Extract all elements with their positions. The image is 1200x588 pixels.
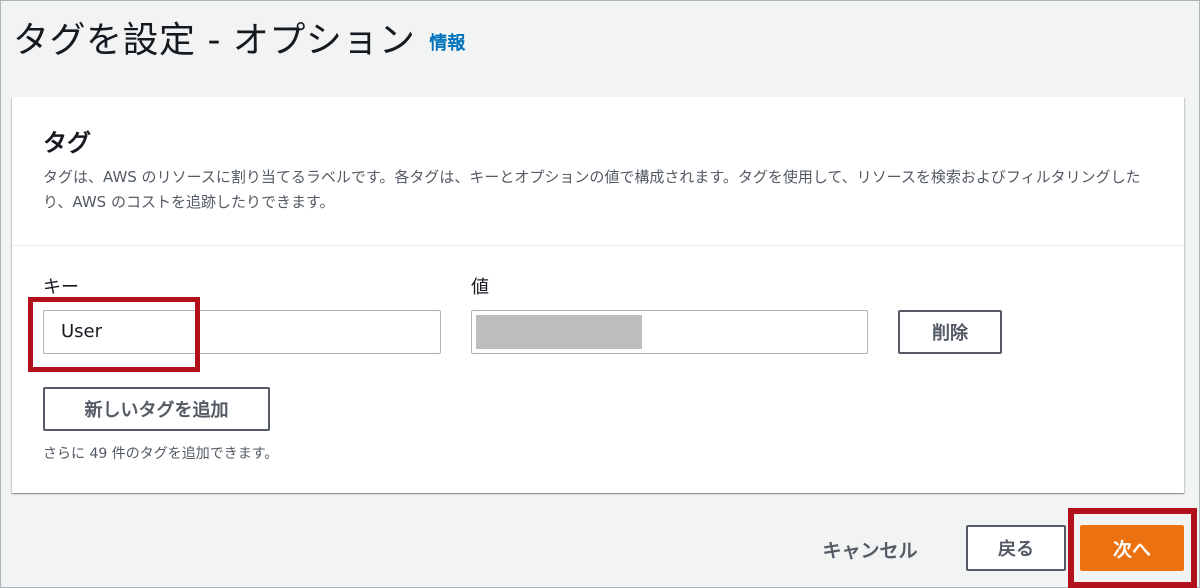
info-link[interactable]: 情報 (429, 29, 465, 55)
value-label: 値 (471, 277, 489, 298)
redacted-value (476, 315, 642, 349)
tags-panel-header: タグ タグは、AWS のリソースに割り当てるラベルです。各タグは、キーとオプショ… (12, 97, 1184, 246)
back-button[interactable]: 戻る (966, 525, 1066, 571)
tags-panel-description: タグは、AWS のリソースに割り当てるラベルです。各タグは、キーとオプションの値… (43, 168, 1141, 211)
remove-tag-button[interactable]: 削除 (898, 310, 1002, 354)
add-tag-button[interactable]: 新しいタグを追加 (43, 387, 270, 431)
cancel-button[interactable]: キャンセル (809, 527, 931, 571)
next-button[interactable]: 次へ (1080, 525, 1184, 571)
wizard-frame: タグを設定 - オプション 情報 タグ タグは、AWS のリソースに割り当てるラ… (0, 0, 1200, 588)
tag-key-input[interactable]: User (43, 310, 441, 354)
tags-panel: タグ タグは、AWS のリソースに割り当てるラベルです。各タグは、キーとオプショ… (12, 97, 1184, 493)
page-title: タグを設定 - オプション (13, 20, 416, 61)
remaining-tags-text: さらに 49 件のタグを追加できます。 (43, 446, 279, 462)
key-label: キー (43, 277, 79, 298)
tag-key-value: User (61, 321, 103, 342)
page-header: タグを設定 - オプション 情報 (13, 9, 465, 65)
tags-panel-title: タグ (43, 129, 91, 157)
tag-value-input[interactable] (471, 310, 868, 354)
